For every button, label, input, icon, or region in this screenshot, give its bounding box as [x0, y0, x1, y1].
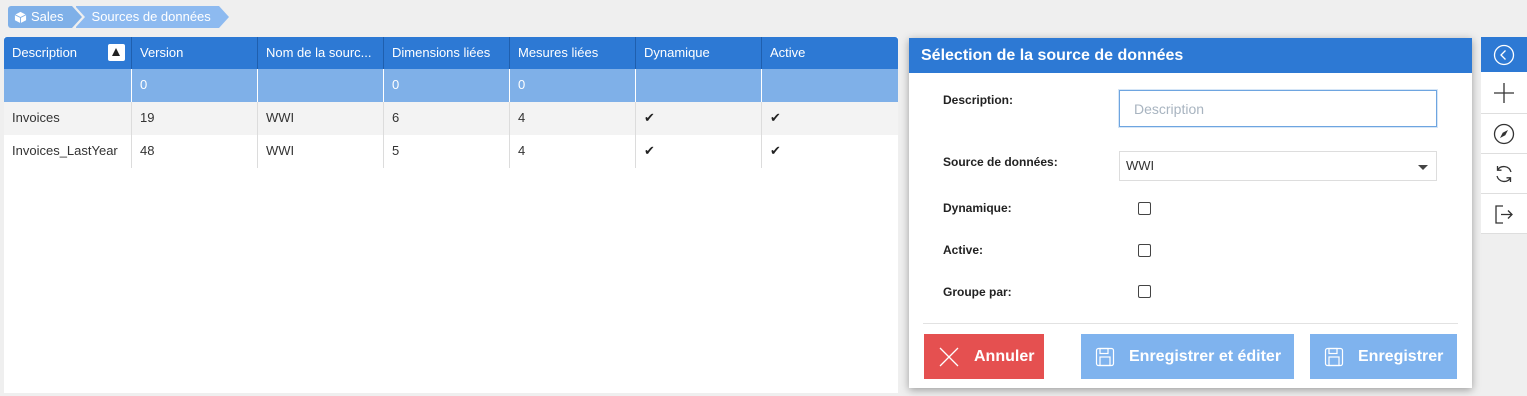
filter-cell-dynamique[interactable]	[636, 69, 762, 102]
back-button[interactable]	[1481, 37, 1527, 72]
filter-cell-dimensions[interactable]: 0	[384, 69, 510, 102]
close-icon	[939, 347, 959, 366]
data-grid: Description Version Nom de la sourc... D…	[4, 37, 898, 393]
divider	[923, 323, 1458, 324]
description-label: Description:	[943, 93, 1014, 107]
description-input[interactable]	[1119, 90, 1437, 127]
chevron-down-icon	[1418, 165, 1428, 170]
floppy-disk-icon	[1095, 347, 1115, 366]
column-header-dynamique[interactable]: Dynamique	[636, 37, 762, 69]
sort-ascending-icon[interactable]	[108, 44, 125, 61]
cell-dimensions: 6	[384, 102, 510, 135]
cell-description: Invoices	[4, 102, 132, 135]
check-icon: ✔	[770, 110, 781, 125]
column-header-description[interactable]: Description	[4, 37, 132, 69]
cell-source: WWI	[258, 102, 384, 135]
exit-button[interactable]	[1481, 194, 1527, 234]
cancel-label: Annuler	[974, 347, 1035, 365]
active-checkbox[interactable]	[1138, 244, 1151, 257]
active-label: Active:	[943, 243, 984, 257]
filter-cell-description[interactable]	[4, 69, 132, 102]
cell-version: 48	[132, 135, 258, 168]
exit-icon	[1495, 204, 1513, 224]
column-header-active[interactable]: Active	[762, 37, 888, 69]
cancel-button[interactable]: Annuler	[924, 334, 1044, 379]
table-row[interactable]: Invoices 19 WWI 6 4 ✔ ✔	[4, 102, 898, 135]
source-select[interactable]: WWI	[1119, 151, 1437, 181]
table-row[interactable]: Invoices_LastYear 48 WWI 5 4 ✔ ✔	[4, 135, 898, 168]
check-icon: ✔	[644, 110, 655, 125]
source-label: Source de données:	[943, 155, 1058, 169]
right-toolbar	[1481, 37, 1527, 234]
cell-mesures: 4	[510, 102, 636, 135]
navigate-button[interactable]	[1481, 114, 1527, 154]
cube-icon	[14, 11, 27, 23]
breadcrumb-item-sources[interactable]: Sources de données	[74, 6, 230, 28]
cell-active: ✔	[762, 102, 888, 135]
breadcrumb-label: Sources de données	[91, 9, 211, 24]
save-and-edit-label: Enregistrer et éditer	[1129, 347, 1282, 365]
save-button[interactable]: Enregistrer	[1310, 334, 1457, 379]
check-icon: ✔	[644, 143, 655, 158]
column-header-source[interactable]: Nom de la sourc...	[258, 37, 384, 69]
filter-cell-mesures[interactable]: 0	[510, 69, 636, 102]
compass-icon	[1493, 123, 1515, 144]
plus-icon	[1494, 82, 1514, 103]
dynamique-checkbox[interactable]	[1138, 202, 1151, 215]
dialog-title: Sélection de la source de données	[909, 38, 1472, 73]
floppy-disk-icon	[1324, 347, 1344, 366]
save-label: Enregistrer	[1358, 347, 1444, 365]
breadcrumb: Sales Sources de données	[8, 6, 230, 28]
cell-description: Invoices_LastYear	[4, 135, 132, 168]
check-icon: ✔	[770, 143, 781, 158]
add-button[interactable]	[1481, 72, 1527, 114]
cell-active: ✔	[762, 135, 888, 168]
refresh-button[interactable]	[1481, 154, 1527, 194]
back-circle-icon	[1493, 44, 1515, 65]
cell-dynamique: ✔	[636, 135, 762, 168]
refresh-icon	[1496, 165, 1512, 182]
filter-row: 0 0 0	[4, 69, 898, 102]
breadcrumb-item-sales[interactable]: Sales	[8, 6, 81, 28]
filter-cell-version[interactable]: 0	[132, 69, 258, 102]
breadcrumb-label: Sales	[31, 9, 64, 24]
cell-version: 19	[132, 102, 258, 135]
groupe-checkbox[interactable]	[1138, 285, 1151, 298]
dynamique-label: Dynamique:	[943, 201, 1012, 215]
filter-cell-active[interactable]	[762, 69, 888, 102]
grid-header-row: Description Version Nom de la sourc... D…	[4, 37, 898, 69]
save-and-edit-button[interactable]: Enregistrer et éditer	[1081, 334, 1294, 379]
cell-source: WWI	[258, 135, 384, 168]
cell-dynamique: ✔	[636, 102, 762, 135]
filter-cell-source[interactable]	[258, 69, 384, 102]
column-header-dimensions[interactable]: Dimensions liées	[384, 37, 510, 69]
column-header-mesures[interactable]: Mesures liées	[510, 37, 636, 69]
column-header-label: Description	[12, 45, 78, 60]
column-header-version[interactable]: Version	[132, 37, 258, 69]
cell-dimensions: 5	[384, 135, 510, 168]
cell-mesures: 4	[510, 135, 636, 168]
groupe-label: Groupe par:	[943, 285, 1012, 299]
source-select-value: WWI	[1126, 158, 1155, 173]
data-source-dialog: Sélection de la source de données Descri…	[909, 38, 1472, 388]
